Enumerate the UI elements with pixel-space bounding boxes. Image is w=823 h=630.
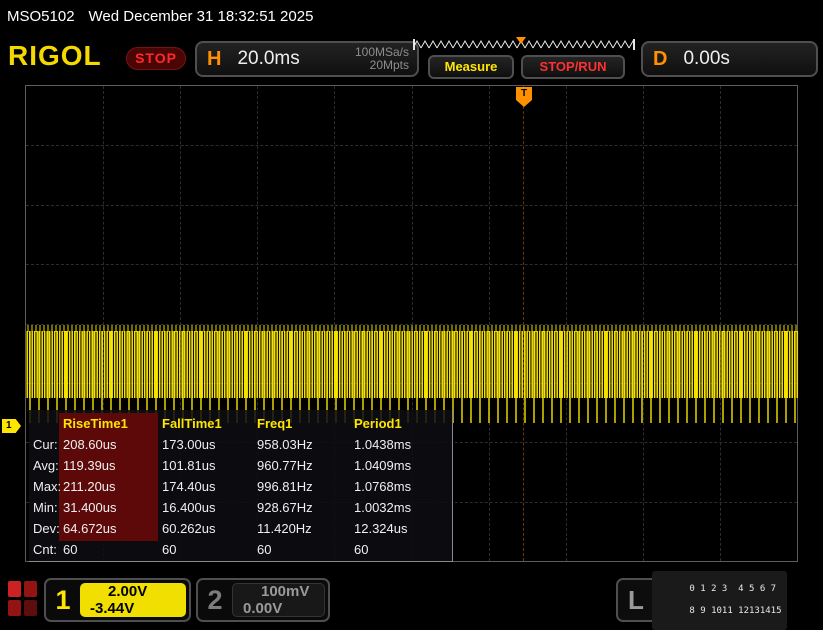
measurement-column: FallTime1 <box>158 416 253 431</box>
measurement-column: Freq1 <box>253 416 350 431</box>
horizontal-settings-button[interactable]: H 20.0ms 100MSa/s 20Mpts <box>195 41 419 77</box>
ch1-values: 2.00V -3.44V <box>80 583 186 617</box>
horizontal-label: H <box>207 48 221 71</box>
ch1-level-marker[interactable]: 1 <box>2 419 21 433</box>
measurement-panel: RiseTime1 FallTime1 Freq1 Period1 Cur: 2… <box>29 410 453 562</box>
delay-settings-button[interactable]: D 0.00s <box>641 41 818 77</box>
measurement-row: Max: 211.20us 174.40us 996.81Hz 1.0768ms <box>29 476 452 497</box>
ch1-scale: 2.00V <box>108 583 147 600</box>
delay-value: 0.00s <box>683 48 729 70</box>
trigger-position-icon[interactable] <box>516 37 526 44</box>
channel-2-button[interactable]: 2 100mV 0.00V <box>196 578 330 622</box>
ch2-scale: 100mV <box>261 583 309 600</box>
ch1-offset: -3.44V <box>90 600 134 617</box>
oscilloscope-screen: MSO5102 Wed December 31 18:32:51 2025 RI… <box>0 0 823 630</box>
acquisition-info: 100MSa/s 20Mpts <box>355 46 409 72</box>
ch2-values: 100mV 0.00V <box>232 583 325 617</box>
run-state-badge: STOP <box>126 47 186 70</box>
measurement-header-row: RiseTime1 FallTime1 Freq1 Period1 <box>29 413 452 434</box>
measurement-row: Avg: 119.39us 101.81us 960.77Hz 1.0409ms <box>29 455 452 476</box>
logic-channel-numbers: 0 1 2 3 4 5 6 7 8 9 1011 12131415 <box>652 571 787 630</box>
trigger-marker-arrow-icon <box>516 100 532 107</box>
ch1-number: 1 <box>46 580 80 620</box>
status-bar: MSO5102 Wed December 31 18:32:51 2025 <box>0 0 823 32</box>
measurement-column: Period1 <box>350 416 450 431</box>
memory-depth: 20Mpts <box>370 58 409 72</box>
trigger-marker[interactable]: T <box>516 87 532 107</box>
logic-analyzer-button[interactable]: L 0 1 2 3 4 5 6 7 8 9 1011 12131415 <box>616 578 746 622</box>
rigol-logo: RIGOL <box>8 40 102 72</box>
measurement-row: Min: 31.400us 16.400us 928.67Hz 1.0032ms <box>29 497 452 518</box>
trigger-marker-icon: T <box>516 87 532 100</box>
sample-rate: 100MSa/s <box>355 45 409 59</box>
ch1-level-marker-label: 1 <box>2 419 21 433</box>
timebase-value: 20.0ms <box>237 48 299 70</box>
measurement-row: Dev: 64.672us 60.262us 11.420Hz 12.324us <box>29 518 452 539</box>
logic-row-1: 0 1 2 3 4 5 6 7 <box>689 584 776 594</box>
datetime: Wed December 31 18:32:51 2025 <box>89 8 314 25</box>
channel-1-button[interactable]: 1 2.00V -3.44V <box>44 578 191 622</box>
menu-grid-icon[interactable] <box>8 581 38 617</box>
measurement-column: RiseTime1 <box>59 416 158 431</box>
ch2-number: 2 <box>198 580 232 620</box>
delay-label: D <box>653 48 667 71</box>
logic-label: L <box>618 585 652 616</box>
stop-run-button[interactable]: STOP/RUN <box>521 55 625 79</box>
ch2-offset: 0.00V <box>243 600 282 617</box>
memory-waveform-strip[interactable] <box>413 37 635 52</box>
measurement-row: Cur: 208.60us 173.00us 958.03Hz 1.0438ms <box>29 434 452 455</box>
measurement-row: Cnt: 60 60 60 60 <box>29 539 452 560</box>
measure-button[interactable]: Measure <box>428 55 514 79</box>
model-name: MSO5102 <box>7 8 75 25</box>
waveform-display: T RiseTime1 FallTime1 Freq1 Period1 Cur:… <box>25 85 798 562</box>
logic-row-2: 8 9 1011 12131415 <box>689 606 781 616</box>
